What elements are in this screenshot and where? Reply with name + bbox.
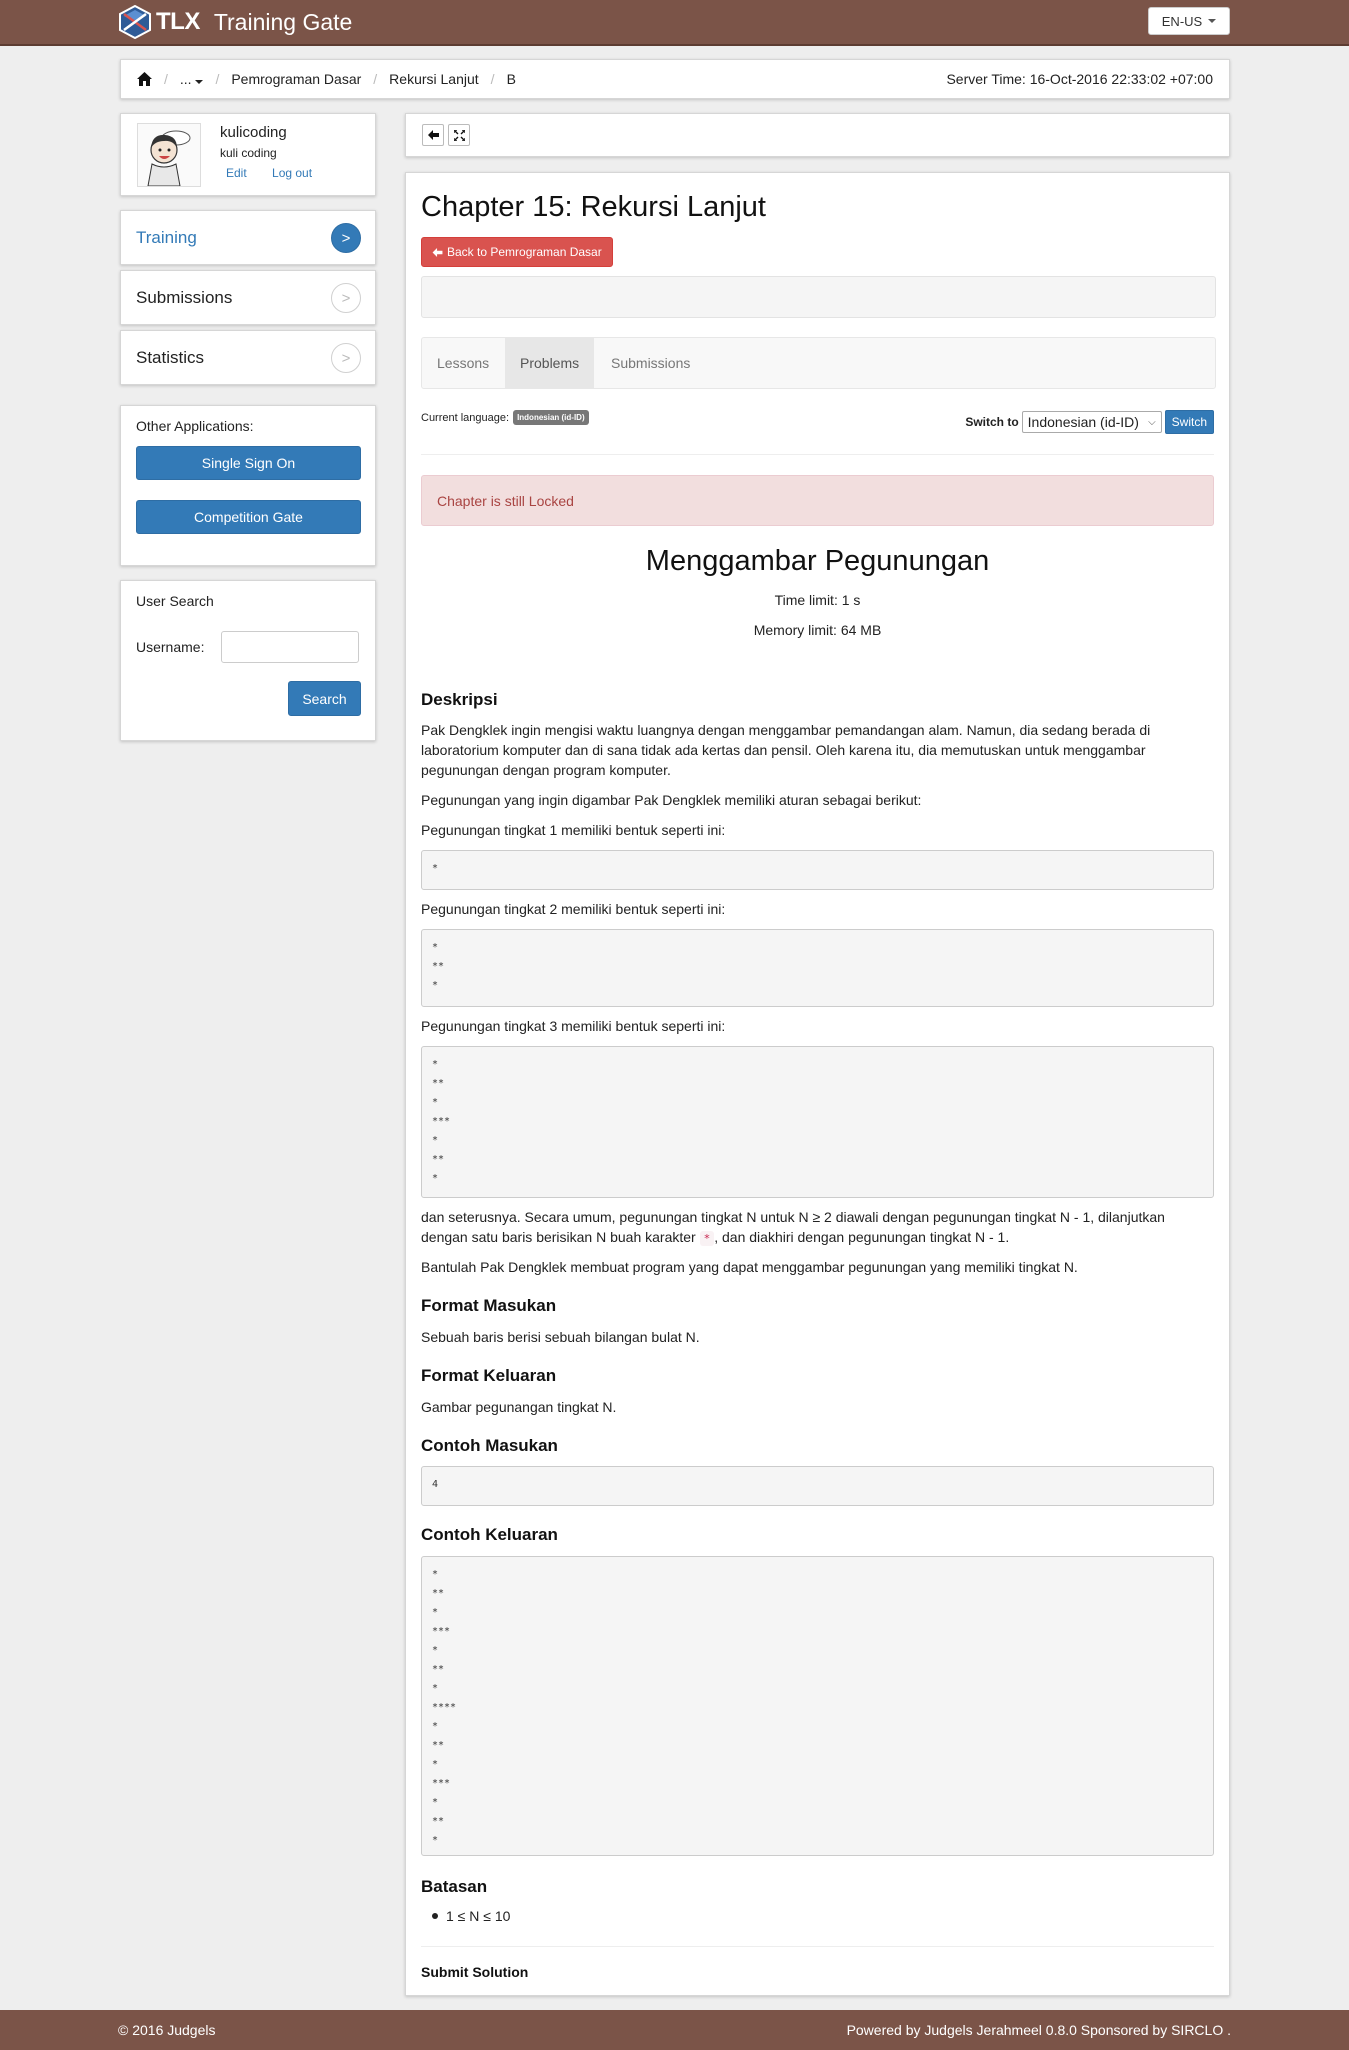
single-sign-on-button[interactable]: Single Sign On — [136, 446, 361, 480]
language-select-value: Indonesian (id-ID) — [1027, 414, 1139, 430]
language-dropdown[interactable]: EN-US — [1148, 7, 1230, 35]
breadcrumb-problem: B — [506, 71, 516, 87]
constraint-text: 1 ≤ N ≤ 10 — [446, 1908, 511, 1924]
chevron-right-icon: > — [331, 283, 361, 313]
breadcrumb: / ... / Pemrograman Dasar / Rekursi Lanj… — [120, 59, 1230, 99]
profile-card: kulicoding kuli coding Edit Log out — [120, 113, 376, 196]
other-applications-title: Other Applications: — [136, 418, 254, 434]
level1-paragraph: Pegunungan tingkat 1 memiliki bentuk sep… — [421, 822, 726, 838]
inline-code: * — [699, 1231, 715, 1246]
batasan-heading: Batasan — [421, 1877, 488, 1896]
current-language: Current language: Indonesian (id-ID) — [421, 410, 589, 425]
description-paragraph: Pak Dengklek ingin mengisi waktu luangny… — [421, 722, 1151, 778]
time-limit: Time limit: 1 s — [774, 592, 861, 608]
language-select[interactable]: Indonesian (id-ID) ⌵ — [1021, 411, 1162, 433]
contoh-masukan-heading: Contoh Masukan — [421, 1436, 558, 1455]
breadcrumb-course[interactable]: Pemrograman Dasar — [231, 71, 361, 87]
memory-limit: Memory limit: 64 MB — [753, 622, 882, 638]
chapter-tabs: Lessons Problems Submissions — [421, 337, 1216, 389]
competition-gate-button[interactable]: Competition Gate — [136, 500, 361, 534]
chapter-content: Chapter 15: Rekursi Lanjut Back to Pemro… — [405, 172, 1230, 1996]
sidebar-item-label: Training — [136, 228, 197, 247]
general-rule-paragraph: dan seterusnya. Secara umum, pegunungan … — [421, 1209, 1165, 1246]
problem-toolbar — [405, 113, 1230, 157]
brand-link[interactable]: TLX Training Gate — [118, 4, 352, 40]
username-label: Username: — [136, 639, 205, 655]
arrow-left-icon — [432, 247, 443, 257]
back-button-label: Back to Pemrograman Dasar — [447, 245, 602, 259]
switch-to-label: Switch to — [965, 415, 1019, 429]
rules-paragraph: Pegunungan yang ingin digambar Pak Dengk… — [421, 792, 922, 808]
deskripsi-heading: Deskripsi — [421, 690, 498, 709]
sample-output: * ** * *** * ** * **** * ** * *** * ** * — [421, 1556, 1214, 1856]
switch-language-button[interactable]: Switch — [1164, 410, 1214, 434]
chevron-right-icon: > — [331, 223, 361, 253]
chevron-right-icon: > — [331, 343, 361, 373]
constraint-item: 1 ≤ N ≤ 10 — [432, 1908, 510, 1924]
sample-input: 4 — [421, 1466, 1214, 1506]
tab-lessons[interactable]: Lessons — [422, 338, 504, 388]
breadcrumb-more[interactable]: ... — [180, 71, 204, 87]
server-time: Server Time: 16-Oct-2016 22:33:02 +07:00 — [946, 71, 1213, 87]
level3-example: * ** * *** * ** * — [421, 1046, 1214, 1198]
breadcrumb-chapter[interactable]: Rekursi Lanjut — [389, 71, 479, 87]
arrow-left-icon[interactable] — [422, 124, 444, 146]
tlx-logo-icon — [119, 5, 151, 39]
locked-alert: Chapter is still Locked — [421, 475, 1214, 526]
format-keluaran-heading: Format Keluaran — [421, 1366, 557, 1385]
search-button[interactable]: Search — [288, 681, 361, 716]
logo-text: TLX — [156, 8, 200, 35]
current-language-label: Current language: — [421, 411, 510, 424]
sidebar-item-training[interactable]: Training > — [120, 210, 376, 265]
level2-paragraph: Pegunungan tingkat 2 memiliki bentuk sep… — [421, 901, 726, 917]
current-language-badge: Indonesian (id-ID) — [513, 410, 589, 425]
divider — [421, 454, 1214, 455]
logout-link[interactable]: Log out — [272, 166, 312, 180]
caret-down-icon — [1208, 19, 1217, 23]
other-applications-panel: Other Applications: Single Sign On Compe… — [120, 405, 376, 566]
chevron-down-icon: ⌵ — [1148, 416, 1156, 428]
fullscreen-icon[interactable] — [448, 124, 470, 146]
user-search-panel: User Search Username: Search — [120, 580, 376, 741]
task-paragraph: Bantulah Pak Dengklek membuat program ya… — [421, 1259, 1078, 1275]
user-search-title: User Search — [136, 593, 214, 609]
footer-powered-by: Powered by Judgels Jerahmeel 0.8.0 Spons… — [846, 2022, 1231, 2038]
chapter-well — [421, 276, 1216, 318]
username-search-input[interactable] — [221, 631, 359, 663]
top-navbar: TLX Training Gate EN-US — [0, 0, 1349, 46]
home-icon[interactable] — [137, 72, 152, 86]
divider — [421, 1946, 1214, 1947]
format-masukan-heading: Format Masukan — [421, 1296, 557, 1315]
chapter-title: Chapter 15: Rekursi Lanjut — [421, 191, 766, 223]
format-masukan-text: Sebuah baris berisi sebuah bilangan bula… — [421, 1329, 700, 1345]
format-keluaran-text: Gambar pegunangan tingkat N. — [421, 1399, 617, 1415]
level2-example: * ** * — [421, 929, 1214, 1007]
language-label: EN-US — [1161, 13, 1203, 29]
sidebar-item-statistics[interactable]: Statistics > — [120, 330, 376, 385]
level3-paragraph: Pegunungan tingkat 3 memiliki bentuk sep… — [421, 1018, 726, 1034]
tab-submissions[interactable]: Submissions — [596, 338, 705, 388]
sidebar-item-label: Submissions — [136, 288, 233, 307]
back-to-course-button[interactable]: Back to Pemrograman Dasar — [421, 237, 613, 267]
bullet-icon — [432, 1913, 438, 1919]
app-name: Training Gate — [213, 8, 353, 35]
caret-down-icon — [195, 80, 204, 84]
avatar — [137, 123, 201, 187]
sidebar-item-label: Statistics — [136, 348, 205, 367]
problem-title: Menggambar Pegunungan — [645, 545, 990, 577]
footer: © 2016 Judgels Powered by Judgels Jerahm… — [0, 2010, 1349, 2050]
sidebar-item-submissions[interactable]: Submissions > — [120, 270, 376, 325]
submit-solution-heading: Submit Solution — [421, 1964, 529, 1980]
profile-fullname: kuli coding — [220, 146, 277, 160]
level1-example: * — [421, 850, 1214, 890]
tab-problems[interactable]: Problems — [505, 338, 595, 388]
footer-copyright: © 2016 Judgels — [118, 2022, 216, 2038]
language-switcher: Switch to Indonesian (id-ID) ⌵ Switch — [965, 410, 1214, 434]
edit-profile-link[interactable]: Edit — [226, 166, 247, 180]
profile-username: kulicoding — [220, 124, 287, 141]
contoh-keluaran-heading: Contoh Keluaran — [421, 1525, 558, 1544]
